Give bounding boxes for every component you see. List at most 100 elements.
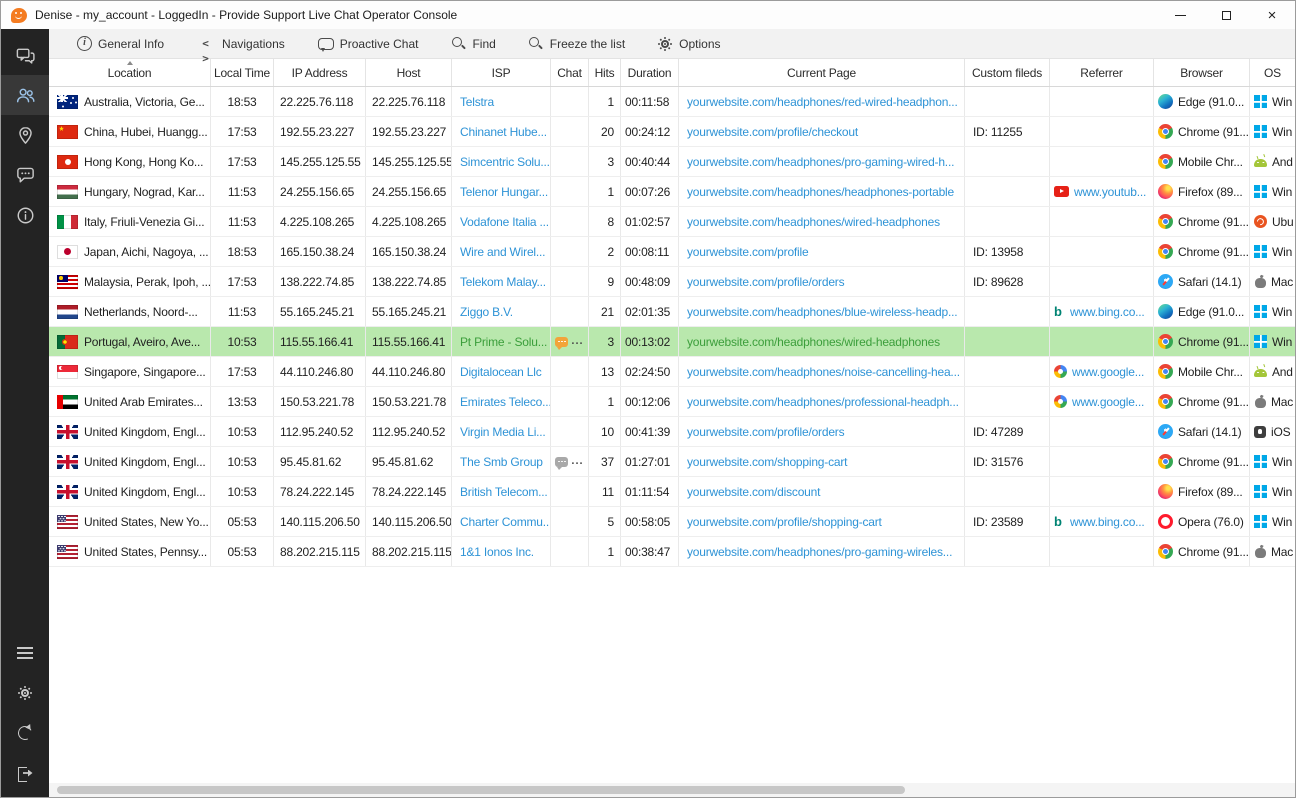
cell-host: 138.222.74.85: [366, 267, 452, 296]
page-link[interactable]: yourwebsite.com/headphones/wired-headpho…: [687, 335, 940, 349]
firefox-browser-icon: [1158, 184, 1173, 199]
page-link[interactable]: Vodafone Italia ...: [460, 215, 549, 229]
page-link[interactable]: yourwebsite.com/profile/checkout: [687, 125, 858, 139]
page-link[interactable]: Simcentric Solu...: [460, 155, 550, 169]
visitor-row[interactable]: United States, Pennsy...05:5388.202.215.…: [49, 537, 1295, 567]
visitor-row[interactable]: United States, New Yo...05:53140.115.206…: [49, 507, 1295, 537]
page-link[interactable]: yourwebsite.com/profile/orders: [687, 425, 844, 439]
toolbar-item-general-info[interactable]: General Info: [77, 36, 164, 51]
page-link[interactable]: www.bing.co...: [1070, 515, 1145, 529]
page-link[interactable]: 1&1 Ionos Inc.: [460, 545, 534, 559]
page-link[interactable]: The Smb Group: [460, 455, 543, 469]
page-link[interactable]: yourwebsite.com/profile/shopping-cart: [687, 515, 882, 529]
visitor-row[interactable]: Malaysia, Perak, Ipoh, ...17:53138.222.7…: [49, 267, 1295, 297]
close-button[interactable]: ×: [1249, 1, 1295, 29]
column-header-time[interactable]: Local Time: [211, 59, 274, 86]
page-link[interactable]: Telenor Hungar...: [460, 185, 548, 199]
sidebar-item-settings[interactable]: [1, 673, 49, 713]
page-link[interactable]: yourwebsite.com/headphones/pro-gaming-wi…: [687, 545, 952, 559]
column-header-custom[interactable]: Custom fileds: [965, 59, 1050, 86]
toolbar-item-freeze-the-list[interactable]: Freeze the list: [528, 36, 625, 52]
cell-browser: Chrome (91...: [1154, 447, 1250, 476]
page-link[interactable]: Telekom Malay...: [460, 275, 546, 289]
horizontal-scrollbar[interactable]: [49, 783, 1295, 797]
cell-hits-text: 3: [608, 155, 614, 169]
visitor-row[interactable]: Portugal, Aveiro, Ave...10:53115.55.166.…: [49, 327, 1295, 357]
visitor-row[interactable]: United Kingdom, Engl...10:5378.24.222.14…: [49, 477, 1295, 507]
minimize-button[interactable]: [1157, 1, 1203, 29]
cell-local-time-text: 11:53: [228, 185, 256, 199]
toolbar-item-options[interactable]: Options: [657, 36, 720, 52]
visitor-row[interactable]: Australia, Victoria, Ge...18:5322.225.76…: [49, 87, 1295, 117]
visitor-row[interactable]: United Kingdom, Engl...10:53112.95.240.5…: [49, 417, 1295, 447]
page-link[interactable]: www.bing.co...: [1070, 305, 1145, 319]
maximize-button[interactable]: [1203, 1, 1249, 29]
visitor-row[interactable]: China, Hubei, Huangg...17:53192.55.23.22…: [49, 117, 1295, 147]
toolbar: General Info Navigations Proactive Chat Fin…: [49, 29, 1295, 59]
page-link[interactable]: yourwebsite.com/profile/orders: [687, 275, 844, 289]
column-header-page[interactable]: Current Page: [679, 59, 965, 86]
column-header-referrer[interactable]: Referrer: [1050, 59, 1154, 86]
column-header-hits[interactable]: Hits: [589, 59, 621, 86]
visitor-row[interactable]: Hungary, Nograd, Kar...11:5324.255.156.6…: [49, 177, 1295, 207]
page-link[interactable]: yourwebsite.com/discount: [687, 485, 820, 499]
column-header-host[interactable]: Host: [366, 59, 452, 86]
page-link[interactable]: yourwebsite.com/headphones/noise-cancell…: [687, 365, 960, 379]
cell-browser: Edge (91.0...: [1154, 87, 1250, 116]
page-link[interactable]: yourwebsite.com/shopping-cart: [687, 455, 847, 469]
page-link[interactable]: Pt Prime - Solu...: [460, 335, 547, 349]
page-link[interactable]: Emirates Teleco...: [460, 395, 551, 409]
page-link[interactable]: yourwebsite.com/profile: [687, 245, 808, 259]
page-link[interactable]: yourwebsite.com/headphones/red-wired-hea…: [687, 95, 958, 109]
sidebar-item-messages[interactable]: [1, 155, 49, 195]
column-header-ip[interactable]: IP Address: [274, 59, 366, 86]
cell-hits-text: 3: [608, 335, 614, 349]
visitor-row[interactable]: Italy, Friuli-Venezia Gi...11:534.225.10…: [49, 207, 1295, 237]
column-header-os[interactable]: OS: [1250, 59, 1295, 86]
column-header-duration[interactable]: Duration: [621, 59, 679, 86]
mac-os-icon: [1254, 395, 1266, 409]
sidebar-item-refresh[interactable]: [1, 713, 49, 753]
visitor-row[interactable]: Singapore, Singapore...17:5344.110.246.8…: [49, 357, 1295, 387]
visitor-row[interactable]: Hong Kong, Hong Ko...17:53145.255.125.55…: [49, 147, 1295, 177]
page-link[interactable]: Chinanet Hube...: [460, 125, 547, 139]
column-header-browser[interactable]: Browser: [1154, 59, 1250, 86]
page-link[interactable]: yourwebsite.com/headphones/headphones-po…: [687, 185, 954, 199]
column-header-chat[interactable]: Chat: [551, 59, 589, 86]
toolbar-item-proactive-chat[interactable]: Proactive Chat: [317, 36, 419, 52]
sidebar-item-menu[interactable]: [1, 633, 49, 673]
cell-host-text: 88.202.215.115: [372, 545, 452, 559]
cell-local-time: 11:53: [211, 177, 274, 206]
visitor-row[interactable]: United Kingdom, Engl...10:5395.45.81.629…: [49, 447, 1295, 477]
youtube-icon: [1054, 186, 1069, 197]
sidebar-item-info[interactable]: [1, 195, 49, 235]
page-link[interactable]: Wire and Wirel...: [460, 245, 545, 259]
page-link[interactable]: www.google...: [1072, 365, 1144, 379]
minimize-icon: [1175, 15, 1186, 16]
column-header-isp[interactable]: ISP: [452, 59, 551, 86]
toolbar-item-navigations[interactable]: Navigations: [196, 36, 285, 51]
page-link[interactable]: yourwebsite.com/headphones/professional-…: [687, 395, 959, 409]
sidebar-item-map[interactable]: [1, 115, 49, 155]
visitor-row[interactable]: Japan, Aichi, Nagoya, ...18:53165.150.38…: [49, 237, 1295, 267]
page-link[interactable]: British Telecom...: [460, 485, 548, 499]
page-link[interactable]: yourwebsite.com/headphones/pro-gaming-wi…: [687, 155, 954, 169]
page-link[interactable]: Charter Commu...: [460, 515, 551, 529]
page-link[interactable]: www.youtub...: [1074, 185, 1146, 199]
page-link[interactable]: yourwebsite.com/headphones/wired-headpho…: [687, 215, 940, 229]
visitor-row[interactable]: Netherlands, Noord-...11:5355.165.245.21…: [49, 297, 1295, 327]
page-link[interactable]: Digitalocean Llc: [460, 365, 542, 379]
page-link[interactable]: Telstra: [460, 95, 494, 109]
column-header-location[interactable]: Location: [49, 59, 211, 86]
sidebar-item-chats[interactable]: [1, 35, 49, 75]
sidebar-item-visitors[interactable]: [1, 75, 49, 115]
page-link[interactable]: www.google...: [1072, 395, 1144, 409]
visitor-row[interactable]: United Arab Emirates...13:53150.53.221.7…: [49, 387, 1295, 417]
os-text: Win: [1272, 335, 1292, 349]
scrollbar-thumb[interactable]: [57, 786, 905, 794]
page-link[interactable]: yourwebsite.com/headphones/blue-wireless…: [687, 305, 957, 319]
sidebar-item-logout[interactable]: [1, 753, 49, 793]
toolbar-item-find[interactable]: Find: [450, 36, 495, 52]
page-link[interactable]: Ziggo B.V.: [460, 305, 513, 319]
page-link[interactable]: Virgin Media Li...: [460, 425, 546, 439]
